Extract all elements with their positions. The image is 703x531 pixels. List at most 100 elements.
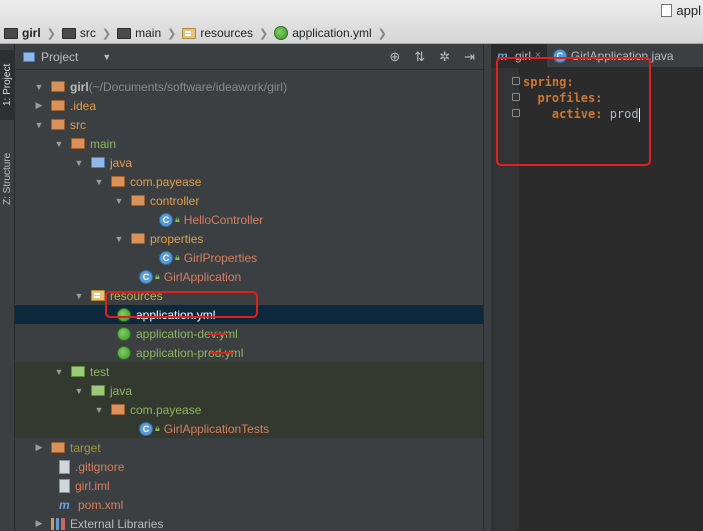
tree-item-girl-application-tests[interactable]: C 🔒︎ GirlApplicationTests [15, 419, 483, 438]
tree-item-label: java [110, 155, 133, 170]
test-source-folder-icon [91, 385, 105, 396]
tree-item-pom-xml[interactable]: m pom.xml [15, 495, 483, 514]
lock-icon: 🔒︎ [155, 271, 160, 281]
chevron-down-icon[interactable]: ▼ [102, 52, 111, 62]
tree-item-girl-iml[interactable]: girl.iml [15, 476, 483, 495]
annotation-underline-prod [210, 352, 234, 354]
tree-item-src[interactable]: ▼ src [15, 115, 483, 134]
breadcrumb-main[interactable]: main [117, 26, 161, 40]
chevron-down-icon[interactable]: ▼ [93, 405, 105, 415]
chevron-down-icon[interactable]: ▼ [93, 177, 105, 187]
breadcrumb-resources[interactable]: resources [182, 26, 253, 40]
document-icon [661, 3, 673, 17]
tree-item-com-payease[interactable]: ▼ com.payease [15, 172, 483, 191]
project-view-selector[interactable]: Project [41, 50, 78, 64]
folder-icon [51, 100, 65, 111]
chevron-down-icon[interactable]: ▼ [53, 367, 65, 377]
tree-item-main[interactable]: ▼ main [15, 134, 483, 153]
chevron-right-icon[interactable]: ▶ [33, 518, 45, 529]
tree-item-application-dev-yml[interactable]: application-dev.yml [15, 324, 483, 343]
tree-item-label: src [70, 117, 86, 132]
tree-item-label: External Libraries [70, 516, 164, 531]
chevron-down-icon[interactable]: ▼ [73, 386, 85, 396]
yml-file-icon [274, 26, 289, 40]
tree-item-girl-application[interactable]: C 🔒︎ GirlApplication [15, 267, 483, 286]
class-icon: C [159, 212, 173, 227]
tree-item-label: test [90, 364, 110, 379]
package-icon [131, 233, 145, 244]
chevron-down-icon[interactable]: ▼ [53, 139, 65, 149]
folder-icon [61, 27, 76, 39]
annotation-underline-dev [207, 333, 227, 335]
annotation-box-yaml-config [496, 57, 651, 166]
folder-icon [117, 27, 132, 39]
breadcrumb-src[interactable]: src [61, 26, 96, 40]
class-icon: C [159, 250, 173, 265]
tree-item-controller[interactable]: ▼ controller [15, 191, 483, 210]
gear-icon[interactable]: ✲ [439, 49, 450, 65]
tree-item-label: properties [150, 231, 204, 246]
tree-item-label: GirlApplicationTests [163, 421, 270, 436]
tree-item-label: main [90, 136, 117, 151]
chevron-down-icon[interactable]: ▼ [33, 82, 45, 92]
chevron-down-icon[interactable]: ▼ [113, 196, 125, 206]
tree-item-application-prod-yml[interactable]: application-prod.yml [15, 343, 483, 362]
tree-item-gitignore[interactable]: .gitignore [15, 457, 483, 476]
breadcrumb-separator-icon: ❯ [46, 27, 56, 40]
tree-item-idea[interactable]: ▶ .idea [15, 96, 483, 115]
tree-item-test-java[interactable]: ▼ java [15, 381, 483, 400]
window-title-text: appl [676, 2, 701, 18]
breadcrumb-label: main [135, 26, 162, 40]
project-tool-tab[interactable]: 1: Project [0, 50, 15, 120]
libraries-icon [51, 517, 65, 530]
breadcrumb-application-yml[interactable]: application.yml [274, 26, 372, 40]
package-icon [111, 404, 125, 415]
project-panel: Project ▼ ⊕ ⇅ ✲ ⇥ ▼ girl (~/Documents/so… [15, 44, 483, 531]
maven-icon: m [59, 497, 70, 512]
yml-file-icon [117, 326, 131, 341]
tree-item-girl[interactable]: ▼ girl (~/Documents/software/ideawork/gi… [15, 77, 483, 96]
breadcrumb-label: src [79, 26, 96, 40]
breadcrumb-label: application.yml [292, 26, 372, 40]
crosshair-icon[interactable]: ⊕ [389, 49, 400, 65]
tree-item-test-com-payease[interactable]: ▼ com.payease [15, 400, 483, 419]
breadcrumb-label: resources [200, 26, 254, 40]
excluded-folder-icon [51, 442, 65, 453]
tree-item-label: com.payease [130, 174, 202, 189]
folder-icon [71, 138, 85, 149]
structure-tool-tab[interactable]: Z: Structure [0, 139, 15, 219]
chevron-down-icon[interactable]: ▼ [33, 120, 45, 130]
test-folder-icon [71, 366, 85, 377]
chevron-down-icon[interactable]: ▼ [73, 291, 85, 301]
tree-item-label: controller [150, 193, 200, 208]
collapse-all-icon[interactable]: ⇅ [414, 49, 425, 65]
tree-item-label: girl.iml [75, 478, 110, 493]
lock-icon: 🔒︎ [175, 214, 180, 224]
package-icon [131, 195, 145, 206]
lock-icon: 🔒︎ [155, 423, 160, 433]
tree-item-target[interactable]: ▶ target [15, 438, 483, 457]
chevron-right-icon[interactable]: ▶ [33, 442, 45, 453]
tree-item-test[interactable]: ▼ test [15, 362, 483, 381]
file-icon [59, 459, 70, 474]
panel-splitter[interactable] [483, 44, 491, 531]
tree-item-label: target [70, 440, 101, 455]
project-view-icon [23, 51, 35, 62]
chevron-down-icon[interactable]: ▼ [73, 158, 85, 168]
tree-item-path: (~/Documents/software/ideawork/girl) [88, 79, 288, 94]
resources-folder-icon [91, 290, 105, 301]
breadcrumb-girl[interactable]: girl [4, 26, 41, 40]
chevron-right-icon[interactable]: ▶ [33, 100, 45, 111]
tree-item-java[interactable]: ▼ java [15, 153, 483, 172]
chevron-down-icon[interactable]: ▼ [113, 234, 125, 244]
tree-item-external-libraries[interactable]: ▶ External Libraries [15, 514, 483, 531]
annotation-box-application-yml [105, 291, 258, 318]
tree-item-hello-controller[interactable]: C 🔒︎ HelloController [15, 210, 483, 229]
hide-panel-icon[interactable]: ⇥ [464, 49, 475, 65]
tree-item-properties[interactable]: ▼ properties [15, 229, 483, 248]
resources-folder-icon [182, 27, 197, 39]
panel-toolbar: ⊕ ⇅ ✲ ⇥ [389, 49, 475, 65]
source-folder-icon [91, 157, 105, 168]
spring-boot-class-icon: C [139, 269, 153, 284]
tree-item-girl-properties[interactable]: C 🔒︎ GirlProperties [15, 248, 483, 267]
